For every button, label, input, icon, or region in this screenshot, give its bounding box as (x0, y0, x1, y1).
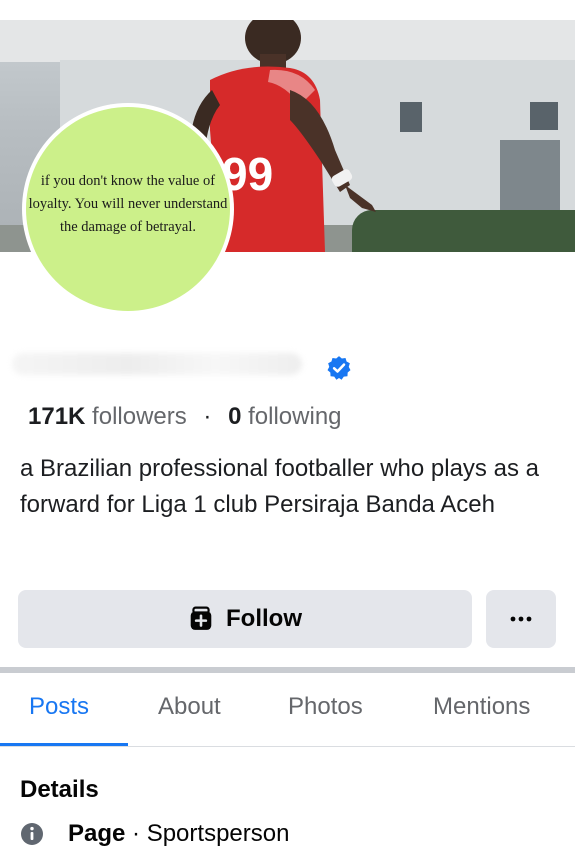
more-options-button[interactable] (486, 590, 556, 648)
follow-button[interactable]: Follow (18, 590, 472, 648)
profile-stats: 171K followers · 0 following (28, 403, 342, 431)
followers-label[interactable]: followers (92, 403, 187, 430)
tabs-border (0, 746, 575, 747)
name-blur (12, 353, 302, 375)
cover-door (500, 140, 560, 220)
details-page-row: Page · Sportsperson (20, 820, 289, 848)
followers-count[interactable]: 171K (28, 403, 85, 430)
tab-photos[interactable]: Photos (288, 693, 363, 721)
more-dots-icon (510, 616, 532, 622)
avatar-image: if you don't know the value of loyalty. … (26, 107, 230, 311)
cover-window (530, 102, 558, 130)
profile-bio: a Brazilian professional footballer who … (20, 455, 539, 518)
page-type-label: Page (68, 820, 126, 847)
info-icon (21, 823, 43, 845)
avatar-quote-text: if you don't know the value of loyalty. … (28, 172, 228, 235)
following-count[interactable]: 0 (228, 403, 241, 430)
stats-separator: · (203, 403, 212, 430)
top-strip (0, 0, 575, 20)
cover-window (400, 102, 422, 132)
tab-mentions[interactable]: Mentions (433, 693, 530, 721)
details-page-text: Page · Sportsperson (68, 820, 289, 848)
profile-name-redacted (0, 345, 320, 385)
follow-button-label: Follow (226, 605, 302, 632)
add-friend-icon (190, 606, 212, 630)
profile-tabs: Posts About Photos Mentions (0, 673, 575, 746)
verified-badge-icon (327, 356, 351, 380)
profile-avatar[interactable]: if you don't know the value of loyalty. … (22, 103, 234, 315)
page-separator: · (125, 820, 147, 847)
tab-posts[interactable]: Posts (29, 693, 89, 721)
tab-about[interactable]: About (158, 693, 221, 721)
page-category: Sportsperson (146, 820, 290, 847)
details-heading: Details (20, 776, 99, 803)
following-label[interactable]: following (248, 403, 341, 430)
